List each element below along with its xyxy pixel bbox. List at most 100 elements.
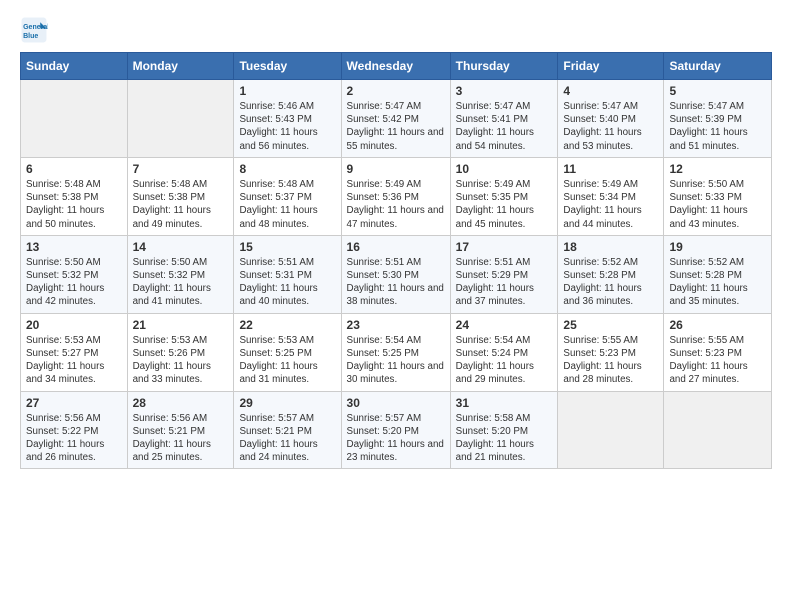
day-number: 27 [26, 396, 122, 410]
day-info: Sunrise: 5:51 AMSunset: 5:30 PMDaylight:… [347, 256, 445, 309]
day-number: 26 [669, 318, 766, 332]
logo: General Blue [20, 16, 48, 44]
day-info: Sunrise: 5:46 AMSunset: 5:43 PMDaylight:… [239, 100, 335, 153]
header: General Blue [20, 16, 772, 44]
weekday-header-saturday: Saturday [664, 53, 772, 80]
weekday-header-friday: Friday [558, 53, 664, 80]
day-info: Sunrise: 5:48 AMSunset: 5:38 PMDaylight:… [133, 178, 229, 231]
day-number: 13 [26, 240, 122, 254]
calendar-cell: 21 Sunrise: 5:53 AMSunset: 5:26 PMDayligh… [127, 313, 234, 391]
weekday-header-row: SundayMondayTuesdayWednesdayThursdayFrid… [21, 53, 772, 80]
day-number: 4 [563, 84, 658, 98]
day-number: 24 [456, 318, 553, 332]
calendar-cell: 9 Sunrise: 5:49 AMSunset: 5:36 PMDaylight… [341, 157, 450, 235]
day-info: Sunrise: 5:47 AMSunset: 5:40 PMDaylight:… [563, 100, 658, 153]
calendar-cell: 3 Sunrise: 5:47 AMSunset: 5:41 PMDaylight… [450, 80, 558, 158]
calendar-cell: 6 Sunrise: 5:48 AMSunset: 5:38 PMDaylight… [21, 157, 128, 235]
calendar-cell: 16 Sunrise: 5:51 AMSunset: 5:30 PMDayligh… [341, 235, 450, 313]
weekday-header-monday: Monday [127, 53, 234, 80]
day-number: 25 [563, 318, 658, 332]
day-info: Sunrise: 5:51 AMSunset: 5:29 PMDaylight:… [456, 256, 553, 309]
day-number: 17 [456, 240, 553, 254]
day-number: 3 [456, 84, 553, 98]
day-number: 29 [239, 396, 335, 410]
calendar-cell: 19Sunrise: 5:52 AMSunset: 5:28 PMDayligh… [664, 235, 772, 313]
day-number: 31 [456, 396, 553, 410]
day-number: 10 [456, 162, 553, 176]
day-info: Sunrise: 5:58 AMSunset: 5:20 PMDaylight:… [456, 412, 553, 465]
calendar-cell: 15Sunrise: 5:51 AMSunset: 5:31 PMDayligh… [234, 235, 341, 313]
calendar-cell: 4 Sunrise: 5:47 AMSunset: 5:40 PMDaylight… [558, 80, 664, 158]
day-number: 21 [133, 318, 229, 332]
calendar-cell: 24 Sunrise: 5:54 AMSunset: 5:24 PMDayligh… [450, 313, 558, 391]
day-info: Sunrise: 5:47 AMSunset: 5:39 PMDaylight:… [669, 100, 766, 153]
calendar-cell: 1 Sunrise: 5:46 AMSunset: 5:43 PMDaylight… [234, 80, 341, 158]
day-number: 1 [239, 84, 335, 98]
calendar-cell: 2 Sunrise: 5:47 AMSunset: 5:42 PMDaylight… [341, 80, 450, 158]
day-number: 8 [239, 162, 335, 176]
weekday-header-sunday: Sunday [21, 53, 128, 80]
calendar-week-row: 6 Sunrise: 5:48 AMSunset: 5:38 PMDaylight… [21, 157, 772, 235]
calendar-cell: 18 Sunrise: 5:52 AMSunset: 5:28 PMDayligh… [558, 235, 664, 313]
day-number: 2 [347, 84, 445, 98]
day-number: 18 [563, 240, 658, 254]
day-number: 7 [133, 162, 229, 176]
day-number: 12 [669, 162, 766, 176]
day-info: Sunrise: 5:54 AMSunset: 5:25 PMDaylight:… [347, 334, 445, 387]
day-number: 6 [26, 162, 122, 176]
calendar-cell: 27Sunrise: 5:56 AMSunset: 5:22 PMDayligh… [21, 391, 128, 469]
day-info: Sunrise: 5:57 AMSunset: 5:21 PMDaylight:… [239, 412, 335, 465]
calendar-cell [21, 80, 128, 158]
calendar-week-row: 27Sunrise: 5:56 AMSunset: 5:22 PMDayligh… [21, 391, 772, 469]
calendar-cell: 26Sunrise: 5:55 AMSunset: 5:23 PMDayligh… [664, 313, 772, 391]
weekday-header-thursday: Thursday [450, 53, 558, 80]
calendar-cell: 30Sunrise: 5:57 AMSunset: 5:20 PMDayligh… [341, 391, 450, 469]
calendar-cell: 17 Sunrise: 5:51 AMSunset: 5:29 PMDayligh… [450, 235, 558, 313]
day-info: Sunrise: 5:54 AMSunset: 5:24 PMDaylight:… [456, 334, 553, 387]
day-info: Sunrise: 5:47 AMSunset: 5:41 PMDaylight:… [456, 100, 553, 153]
calendar-cell: 7 Sunrise: 5:48 AMSunset: 5:38 PMDaylight… [127, 157, 234, 235]
calendar-cell [558, 391, 664, 469]
calendar-cell: 14 Sunrise: 5:50 AMSunset: 5:32 PMDayligh… [127, 235, 234, 313]
day-info: Sunrise: 5:48 AMSunset: 5:38 PMDaylight:… [26, 178, 122, 231]
day-info: Sunrise: 5:49 AMSunset: 5:34 PMDaylight:… [563, 178, 658, 231]
day-number: 28 [133, 396, 229, 410]
day-number: 30 [347, 396, 445, 410]
calendar-cell: 8 Sunrise: 5:48 AMSunset: 5:37 PMDaylight… [234, 157, 341, 235]
day-info: Sunrise: 5:53 AMSunset: 5:25 PMDaylight:… [239, 334, 335, 387]
page: General Blue SundayMondayTuesdayWednesda… [0, 0, 792, 485]
weekday-header-tuesday: Tuesday [234, 53, 341, 80]
day-info: Sunrise: 5:52 AMSunset: 5:28 PMDaylight:… [563, 256, 658, 309]
calendar-cell: 5Sunrise: 5:47 AMSunset: 5:39 PMDaylight… [664, 80, 772, 158]
svg-text:Blue: Blue [23, 33, 38, 40]
day-info: Sunrise: 5:48 AMSunset: 5:37 PMDaylight:… [239, 178, 335, 231]
day-info: Sunrise: 5:47 AMSunset: 5:42 PMDaylight:… [347, 100, 445, 153]
calendar-cell: 28 Sunrise: 5:56 AMSunset: 5:21 PMDayligh… [127, 391, 234, 469]
day-number: 14 [133, 240, 229, 254]
day-info: Sunrise: 5:53 AMSunset: 5:27 PMDaylight:… [26, 334, 122, 387]
calendar-cell [664, 391, 772, 469]
calendar-cell: 22 Sunrise: 5:53 AMSunset: 5:25 PMDayligh… [234, 313, 341, 391]
calendar-cell: 31 Sunrise: 5:58 AMSunset: 5:20 PMDayligh… [450, 391, 558, 469]
logo-icon: General Blue [20, 16, 48, 44]
weekday-header-wednesday: Wednesday [341, 53, 450, 80]
day-number: 11 [563, 162, 658, 176]
day-info: Sunrise: 5:49 AMSunset: 5:35 PMDaylight:… [456, 178, 553, 231]
calendar-table: SundayMondayTuesdayWednesdayThursdayFrid… [20, 52, 772, 469]
calendar-cell: 11 Sunrise: 5:49 AMSunset: 5:34 PMDayligh… [558, 157, 664, 235]
calendar-week-row: 20 Sunrise: 5:53 AMSunset: 5:27 PMDayligh… [21, 313, 772, 391]
day-info: Sunrise: 5:56 AMSunset: 5:21 PMDaylight:… [133, 412, 229, 465]
day-number: 22 [239, 318, 335, 332]
calendar-cell: 29 Sunrise: 5:57 AMSunset: 5:21 PMDayligh… [234, 391, 341, 469]
day-info: Sunrise: 5:50 AMSunset: 5:32 PMDaylight:… [26, 256, 122, 309]
day-number: 16 [347, 240, 445, 254]
day-info: Sunrise: 5:50 AMSunset: 5:32 PMDaylight:… [133, 256, 229, 309]
calendar-cell: 13 Sunrise: 5:50 AMSunset: 5:32 PMDayligh… [21, 235, 128, 313]
day-number: 9 [347, 162, 445, 176]
day-number: 20 [26, 318, 122, 332]
day-info: Sunrise: 5:53 AMSunset: 5:26 PMDaylight:… [133, 334, 229, 387]
day-info: Sunrise: 5:51 AMSunset: 5:31 PMDaylight:… [239, 256, 335, 309]
day-info: Sunrise: 5:49 AMSunset: 5:36 PMDaylight:… [347, 178, 445, 231]
day-number: 19 [669, 240, 766, 254]
day-number: 23 [347, 318, 445, 332]
